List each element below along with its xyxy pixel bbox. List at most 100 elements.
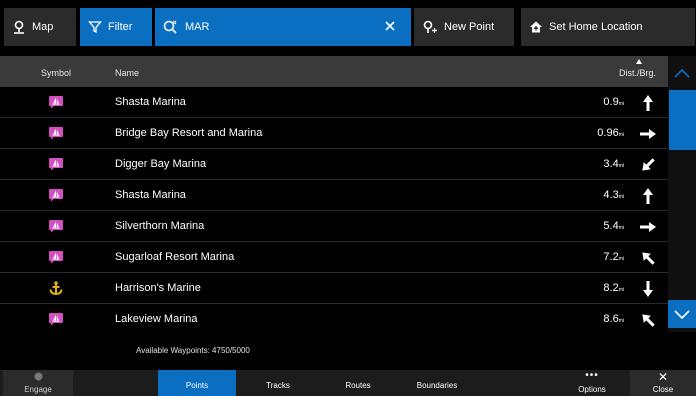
options-button[interactable]: ••• Options (561, 370, 623, 396)
bearing-arrow-icon (643, 281, 653, 297)
close-label: Close (652, 385, 674, 394)
close-button[interactable]: ✕ Close (630, 370, 696, 396)
distance-unit: mi (618, 163, 624, 169)
marina-icon (49, 313, 63, 326)
distance-unit: mi (618, 256, 624, 262)
map-button-label: Map (32, 21, 54, 33)
column-symbol[interactable]: Symbol (41, 68, 71, 78)
distance-value: 0.96 (597, 127, 619, 139)
map-button[interactable]: Map (4, 8, 76, 46)
waypoint-name: Harrison's Marine (115, 282, 201, 294)
bearing-arrow-icon (642, 158, 655, 171)
waypoint-distance: 7.2mi (603, 251, 624, 263)
tab-routes[interactable]: Routes (330, 370, 386, 396)
waypoint-name: Shasta Marina (115, 189, 186, 201)
waypoint-distance: 4.3mi (603, 189, 624, 201)
filter-button-label: Filter (108, 21, 133, 33)
bearing-arrow-icon (642, 252, 655, 265)
add-waypoint-icon (423, 20, 437, 33)
distance-value: 7.2 (603, 251, 619, 263)
waypoint-row[interactable]: Silverthorn Marina 5.4mi (0, 211, 668, 242)
scroll-thumb[interactable] (669, 90, 696, 150)
waypoint-distance: 8.2mi (603, 282, 624, 294)
options-label: Options (578, 385, 606, 394)
clear-search-icon[interactable] (383, 19, 397, 33)
waypoint-name: Shasta Marina (115, 96, 186, 108)
new-point-label: New Point (444, 21, 495, 33)
scrollbar[interactable] (668, 56, 696, 332)
set-home-label: Set Home Location (549, 21, 643, 33)
bottom-bar: Engage Points Tracks Routes Boundaries •… (0, 370, 696, 396)
scroll-up-button[interactable] (668, 60, 696, 88)
waypoint-distance: 0.9mi (603, 96, 624, 108)
marina-icon (49, 220, 63, 233)
search-icon (163, 20, 177, 34)
waypoint-distance: 8.6mi (603, 313, 624, 325)
marina-icon (49, 127, 63, 140)
distance-value: 3.4 (603, 158, 619, 170)
waypoint-list: Shasta Marina 0.9mi Bridge Bay Resort and … (0, 87, 668, 331)
engage-icon (34, 372, 43, 381)
search-input[interactable]: MAR (155, 8, 411, 46)
distance-value: 0.9 (603, 96, 619, 108)
waypoint-name: Bridge Bay Resort and Marina (115, 127, 263, 139)
sort-ascending-icon (636, 59, 642, 64)
filter-button[interactable]: Filter (80, 8, 152, 46)
home-icon (530, 21, 542, 33)
anchor-icon (49, 281, 63, 296)
distance-unit: mi (618, 101, 624, 107)
bearing-arrow-icon (640, 222, 656, 232)
top-toolbar: Map Filter MAR New Point Set Home Locati (0, 0, 696, 56)
column-dist-brg[interactable]: Dist./Brg. (619, 68, 656, 78)
waypoint-distance: 0.96mi (597, 127, 624, 139)
distance-value: 5.4 (603, 220, 619, 232)
new-point-button[interactable]: New Point (414, 8, 514, 46)
scroll-down-button[interactable] (668, 300, 696, 328)
marina-icon (49, 189, 63, 202)
marina-icon (49, 96, 63, 109)
distance-unit: mi (618, 287, 624, 293)
waypoint-name: Digger Bay Marina (115, 158, 207, 170)
distance-unit: mi (618, 132, 624, 138)
waypoint-row[interactable]: Bridge Bay Resort and Marina 0.96mi (0, 118, 668, 149)
distance-unit: mi (618, 318, 624, 324)
distance-unit: mi (618, 194, 624, 200)
distance-value: 8.6 (603, 313, 619, 325)
waypoint-row[interactable]: Digger Bay Marina 3.4mi (0, 149, 668, 180)
engage-label: Engage (24, 385, 52, 394)
map-pin-icon (14, 20, 24, 34)
waypoint-distance: 5.4mi (603, 220, 624, 232)
column-name[interactable]: Name (115, 68, 139, 78)
distance-unit: mi (618, 225, 624, 231)
bearing-arrow-icon (643, 95, 653, 111)
waypoint-name: Silverthorn Marina (115, 220, 205, 232)
bearing-arrow-icon (642, 314, 655, 327)
waypoint-name: Sugarloaf Resort Marina (115, 251, 235, 263)
distance-value: 4.3 (603, 189, 619, 201)
waypoint-distance: 3.4mi (603, 158, 624, 170)
waypoint-row[interactable]: Harrison's Marine 8.2mi (0, 273, 668, 304)
bearing-arrow-icon (643, 188, 653, 204)
waypoint-row[interactable]: Shasta Marina 4.3mi (0, 180, 668, 211)
more-options-icon: ••• (585, 370, 599, 381)
waypoint-row[interactable]: Lakeview Marina 8.6mi (0, 304, 668, 331)
available-waypoints: Available Waypoints: 4750/5000 (136, 346, 250, 355)
tab-points[interactable]: Points (158, 370, 236, 396)
tab-tracks[interactable]: Tracks (250, 370, 306, 396)
bearing-arrow-icon (640, 129, 656, 139)
set-home-location-button[interactable]: Set Home Location (521, 8, 695, 46)
tab-boundaries[interactable]: Boundaries (402, 370, 472, 396)
distance-value: 8.2 (603, 282, 619, 294)
chevron-down-icon (674, 310, 690, 320)
engage-button[interactable]: Engage (3, 370, 73, 396)
filter-icon (88, 21, 102, 34)
search-value: MAR (185, 21, 210, 33)
waypoint-row[interactable]: Sugarloaf Resort Marina 7.2mi (0, 242, 668, 273)
marina-icon (49, 158, 63, 171)
chevron-up-icon (674, 68, 690, 78)
list-header: Symbol Name Dist./Brg. (0, 56, 668, 87)
close-icon: ✕ (657, 370, 669, 384)
waypoint-name: Lakeview Marina (115, 313, 198, 325)
waypoint-row[interactable]: Shasta Marina 0.9mi (0, 87, 668, 118)
marina-icon (49, 251, 63, 264)
